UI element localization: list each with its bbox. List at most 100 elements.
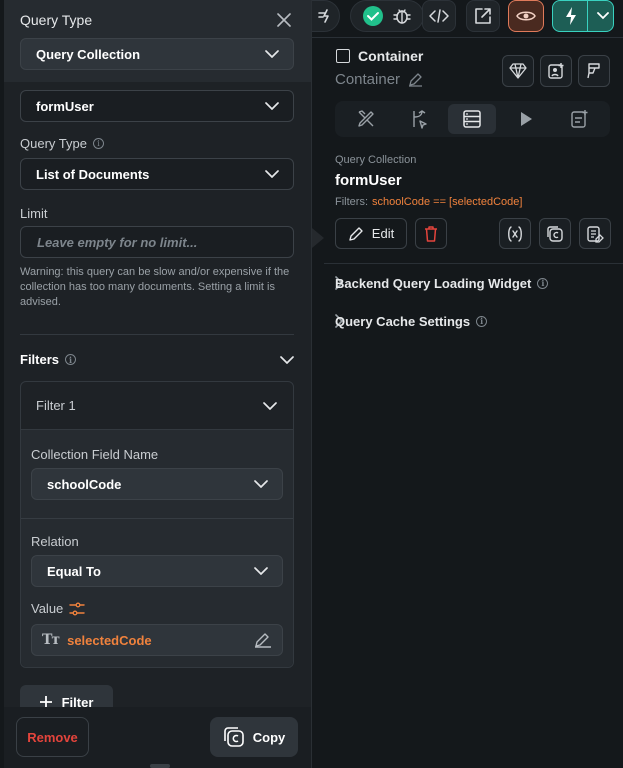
- filter-card-body: Collection Field Name schoolCode Relatio…: [21, 430, 293, 667]
- copy-label: Copy: [252, 729, 286, 745]
- chevron-down-icon: [265, 50, 279, 58]
- tab-backend-query[interactable]: [448, 104, 497, 134]
- code-view-button[interactable]: [422, 0, 456, 32]
- chevron-down-icon: [280, 355, 294, 364]
- paste-query-button[interactable]: [579, 218, 611, 249]
- chevron-down-icon: [254, 480, 268, 488]
- separator: [20, 334, 294, 335]
- copy-query-button[interactable]: [539, 218, 571, 249]
- flash-command-button[interactable]: [310, 0, 340, 32]
- collection-field-dropdown[interactable]: schoolCode: [31, 468, 283, 500]
- limit-placeholder: Leave empty for no limit...: [37, 234, 198, 250]
- figma-button[interactable]: [578, 55, 610, 87]
- widget-header: Container: [336, 48, 423, 64]
- edit-label: Edit: [371, 226, 395, 241]
- copy-icon: [547, 225, 563, 242]
- note-add-icon: [571, 110, 588, 128]
- relation-dropdown[interactable]: Equal To: [31, 555, 283, 587]
- collection-dropdown[interactable]: formUser: [20, 90, 294, 122]
- value-label: Value: [31, 601, 85, 616]
- paste-icon: [587, 225, 604, 243]
- query-type-dropdown[interactable]: Query Collection: [20, 38, 294, 70]
- variable-settings-icon[interactable]: [69, 602, 85, 616]
- filters-section-header[interactable]: Filters i: [20, 352, 294, 367]
- backend-query-loading-label: Backend Query Loading Widget: [335, 275, 532, 291]
- tab-style[interactable]: [342, 104, 390, 134]
- flow-icon: [413, 110, 427, 129]
- widget-name[interactable]: Container: [335, 71, 423, 88]
- code-icon: [429, 9, 449, 23]
- query-collection-name: formUser: [335, 172, 402, 189]
- tab-notes[interactable]: [555, 104, 603, 134]
- eye-icon: [516, 11, 536, 21]
- query-type-label-text: Query Type: [20, 136, 87, 151]
- query-cache-settings-row[interactable]: Query Cache Settings i: [335, 309, 610, 333]
- tab-animations[interactable]: [502, 104, 550, 134]
- test-mode-toggle[interactable]: [350, 0, 424, 32]
- remove-button[interactable]: Remove: [16, 717, 89, 757]
- value-text: selectedCode: [67, 632, 152, 648]
- clear-query-button[interactable]: [499, 218, 531, 249]
- query-type-dropdown-value: Query Collection: [36, 46, 141, 62]
- list-type-dropdown[interactable]: List of Documents: [20, 158, 294, 190]
- close-button[interactable]: [274, 10, 294, 30]
- popup-pointer: [312, 228, 324, 248]
- scroll-handle[interactable]: [150, 764, 170, 768]
- query-collection-label: Query Collection: [335, 154, 417, 166]
- check-circle-icon: [363, 6, 383, 26]
- add-component-icon: [548, 63, 564, 79]
- relation-label: Relation: [31, 534, 79, 549]
- variable-x-icon: [508, 225, 522, 242]
- brush-icon: [587, 63, 600, 79]
- info-icon: i: [92, 138, 104, 149]
- run-button[interactable]: [552, 0, 614, 32]
- pencil-ruler-icon: [357, 110, 374, 127]
- copy-button[interactable]: Copy: [210, 717, 298, 757]
- limit-input[interactable]: Leave empty for no limit...: [20, 226, 294, 258]
- pencil-icon: [349, 226, 363, 241]
- edit-query-button[interactable]: Edit: [335, 218, 407, 249]
- properties-panel: [310, 0, 623, 768]
- remove-label: Remove: [27, 729, 78, 745]
- collection-dropdown-value: formUser: [36, 98, 94, 114]
- relation-value: Equal To: [47, 563, 101, 579]
- popup-footer: Remove Copy: [4, 707, 311, 768]
- filters-label: Filters: [20, 352, 60, 367]
- external-link-icon: [475, 8, 491, 24]
- bug-icon: [393, 9, 411, 24]
- container-checkbox[interactable]: [336, 49, 350, 63]
- copy-icon: [223, 727, 244, 747]
- play-icon: [520, 112, 532, 126]
- filters-value: schoolCode == [selectedCode]: [372, 196, 523, 208]
- value-input[interactable]: Tт selectedCode: [31, 624, 283, 656]
- properties-tabbar: [335, 101, 610, 137]
- chevron-down-icon: [254, 567, 268, 575]
- preview-button[interactable]: [508, 0, 544, 32]
- collection-field-value: schoolCode: [47, 476, 122, 492]
- chevron-down-icon: [263, 401, 277, 410]
- query-type-label: Query Type i: [20, 136, 104, 151]
- chevron-down-icon: [265, 102, 279, 110]
- open-external-button[interactable]: [466, 0, 500, 32]
- delete-query-button[interactable]: [415, 218, 447, 249]
- query-filters-summary: Filters: schoolCode == [selectedCode]: [335, 196, 522, 208]
- limit-label: Limit: [20, 206, 48, 221]
- info-icon: i: [476, 315, 488, 327]
- popup-title: Query Type: [20, 12, 93, 28]
- filter-card-header[interactable]: Filter 1: [21, 382, 293, 430]
- lightning-icon: [566, 7, 576, 25]
- edit-pencil-icon[interactable]: [254, 632, 272, 648]
- list-type-dropdown-value: List of Documents: [36, 166, 150, 182]
- query-cache-settings-label: Query Cache Settings: [335, 313, 471, 329]
- section-divider: [324, 263, 623, 264]
- add-widget-button[interactable]: [540, 55, 572, 87]
- info-icon: i: [537, 277, 549, 289]
- value-label-text: Value: [31, 601, 64, 616]
- filter-card: Filter 1 Collection Field Name schoolCod…: [20, 381, 294, 668]
- tab-actions[interactable]: [395, 104, 443, 134]
- info-icon: i: [65, 354, 77, 365]
- backend-query-loading-row[interactable]: Backend Query Loading Widget i: [335, 271, 610, 295]
- limit-warning: Warning: this query can be slow and/or e…: [20, 266, 290, 308]
- query-popup: Query Type Query Collection formUser Que…: [4, 0, 312, 768]
- diamond-button[interactable]: [502, 55, 534, 87]
